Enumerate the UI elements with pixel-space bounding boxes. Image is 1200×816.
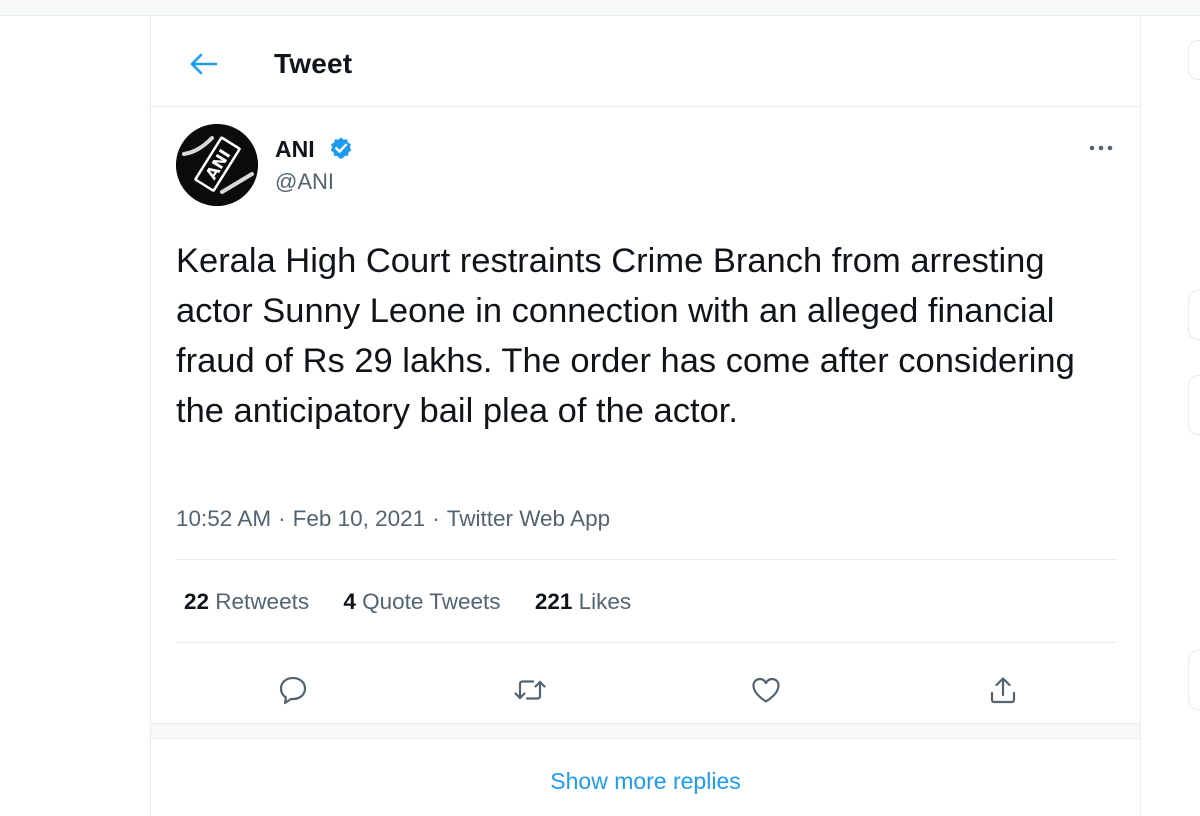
share-icon: [990, 677, 1016, 704]
tweet-date[interactable]: Feb 10, 2021: [293, 506, 426, 532]
show-more-replies-button[interactable]: Show more replies: [151, 768, 1140, 795]
likes-stat[interactable]: 221 Likes: [535, 589, 631, 615]
author-handle[interactable]: @ANI: [275, 169, 334, 195]
tweet-time[interactable]: 10:52 AM: [176, 506, 271, 532]
meta-separator: ·: [432, 506, 440, 531]
tweet-source[interactable]: Twitter Web App: [447, 506, 610, 532]
right-sidebar-edge: [1188, 375, 1200, 435]
tweet-column: Tweet ANI ANI @ANI Kerala High Court res…: [150, 16, 1141, 816]
section-separator: [151, 723, 1140, 739]
quotes-label: Quote Tweets: [362, 589, 501, 614]
tweet-actions: [176, 661, 1117, 721]
divider: [176, 642, 1117, 643]
quotes-count: 4: [343, 589, 356, 614]
likes-count: 221: [534, 589, 573, 614]
right-sidebar-edge: [1188, 650, 1200, 710]
quote-tweets-stat[interactable]: 4 Quote Tweets: [343, 589, 500, 615]
share-button[interactable]: [981, 668, 1025, 712]
browser-top-strip: [0, 0, 1200, 16]
page-title: Tweet: [274, 48, 353, 79]
meta-separator: ·: [278, 506, 286, 531]
avatar[interactable]: ANI: [176, 124, 258, 206]
divider: [176, 559, 1117, 560]
tweet-text: Kerala High Court restraints Crime Branc…: [176, 242, 1075, 430]
like-button[interactable]: [744, 668, 788, 712]
page-header: Tweet: [151, 16, 1140, 107]
more-options-button[interactable]: [1083, 134, 1119, 162]
retweet-button[interactable]: [508, 668, 552, 712]
reply-icon: [279, 676, 307, 705]
retweets-stat[interactable]: 22 Retweets: [184, 589, 309, 615]
like-icon: [752, 677, 780, 703]
tweet-metadata: 10:52 AM · Feb 10, 2021 · Twitter Web Ap…: [176, 506, 610, 532]
back-button[interactable]: [183, 46, 223, 82]
retweet-icon: [514, 680, 546, 700]
verified-badge-icon: [330, 137, 352, 159]
engagement-stats: 22 Retweets 4 Quote Tweets 221 Likes: [184, 589, 631, 615]
author-name[interactable]: ANI: [275, 136, 315, 163]
reply-button[interactable]: [271, 668, 315, 712]
right-sidebar-edge: [1188, 290, 1200, 340]
right-sidebar-edge: [1188, 40, 1200, 80]
retweets-count: 22: [184, 589, 210, 614]
arrow-left-icon: [190, 53, 218, 75]
more-horizontal-icon: [1089, 145, 1113, 151]
likes-label: Likes: [578, 589, 632, 614]
retweets-label: Retweets: [215, 589, 310, 614]
ani-logo-icon: ANI: [176, 124, 258, 206]
